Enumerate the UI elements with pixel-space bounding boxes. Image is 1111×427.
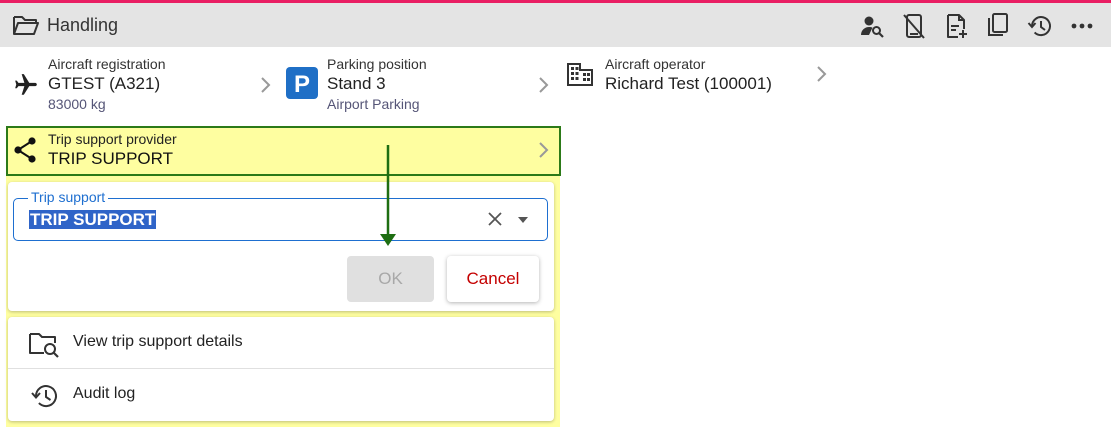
- trip-support-edit-area: Trip support TRIP SUPPORT OK Cancel View…: [6, 176, 560, 427]
- copy-button[interactable]: [979, 10, 1017, 42]
- aircraft-weight: 83000 kg: [48, 96, 106, 112]
- parking-position-tile[interactable]: P Parking position Stand 3 Airport Parki…: [285, 54, 555, 120]
- ok-button[interactable]: OK: [347, 256, 434, 302]
- view-trip-support-details-label: View trip support details: [73, 333, 243, 350]
- person-search-icon: [861, 16, 884, 38]
- parking-position-value: Stand 3: [327, 74, 386, 93]
- trip-support-provider-row[interactable]: Trip support provider TRIP SUPPORT: [6, 126, 561, 176]
- history-icon: [1027, 16, 1051, 37]
- aircraft-operator-label: Aircraft operator: [605, 56, 706, 72]
- audit-log-label: Audit log: [73, 385, 136, 402]
- aircraft-registration-value: GTEST (A321): [48, 74, 161, 93]
- history-button[interactable]: [1021, 10, 1059, 42]
- mobile-off-button[interactable]: [895, 10, 933, 42]
- trip-support-field-label: Trip support: [28, 189, 109, 205]
- trip-support-provider-label: Trip support provider: [48, 131, 177, 147]
- chevron-right-icon: [817, 66, 827, 82]
- copy-icon: [988, 13, 1008, 36]
- dropdown-arrow-icon[interactable]: [517, 216, 529, 224]
- parking-letter: P: [294, 71, 310, 98]
- aircraft-operator-value: Richard Test (100001): [605, 74, 772, 93]
- view-trip-support-details-item[interactable]: View trip support details: [8, 317, 554, 369]
- trip-support-field-value[interactable]: TRIP SUPPORT: [29, 210, 157, 229]
- page-title: Handling: [47, 15, 119, 35]
- aircraft-registration-tile[interactable]: Aircraft registration GTEST (A321) 83000…: [10, 54, 276, 120]
- chevron-right-icon: [539, 142, 549, 158]
- chevron-right-icon: [539, 77, 549, 93]
- aircraft-registration-label: Aircraft registration: [48, 56, 166, 72]
- trip-support-edit-card: Trip support TRIP SUPPORT OK Cancel: [8, 182, 554, 311]
- person-search-button[interactable]: [853, 10, 891, 42]
- parking-icon: P: [286, 67, 318, 99]
- clear-icon[interactable]: [487, 211, 503, 227]
- history-icon: [31, 385, 57, 408]
- more-horizontal-icon: [1071, 23, 1093, 29]
- chevron-right-icon: [261, 77, 271, 93]
- cancel-button[interactable]: Cancel: [447, 256, 539, 302]
- building-icon: [567, 63, 593, 86]
- note-add-icon: [947, 14, 967, 38]
- aircraft-operator-tile[interactable]: Aircraft operator Richard Test (100001): [566, 54, 836, 120]
- header-toolbar: [853, 10, 1101, 42]
- share-icon: [14, 137, 36, 163]
- mobile-off-icon: [903, 14, 925, 39]
- audit-log-item[interactable]: Audit log: [8, 369, 554, 421]
- trip-support-provider-value: TRIP SUPPORT: [48, 149, 174, 168]
- folder-search-icon: [29, 333, 59, 358]
- actions-menu-card: View trip support details Audit log: [8, 317, 554, 421]
- note-add-button[interactable]: [937, 10, 975, 42]
- more-options-button[interactable]: [1063, 10, 1101, 42]
- parking-position-label: Parking position: [327, 56, 427, 72]
- app-header: Handling: [0, 3, 1111, 47]
- folder-open-icon: [13, 16, 39, 35]
- parking-area: Airport Parking: [327, 96, 420, 112]
- airplane-icon: [15, 74, 37, 95]
- trip-support-select[interactable]: Trip support TRIP SUPPORT: [13, 189, 548, 241]
